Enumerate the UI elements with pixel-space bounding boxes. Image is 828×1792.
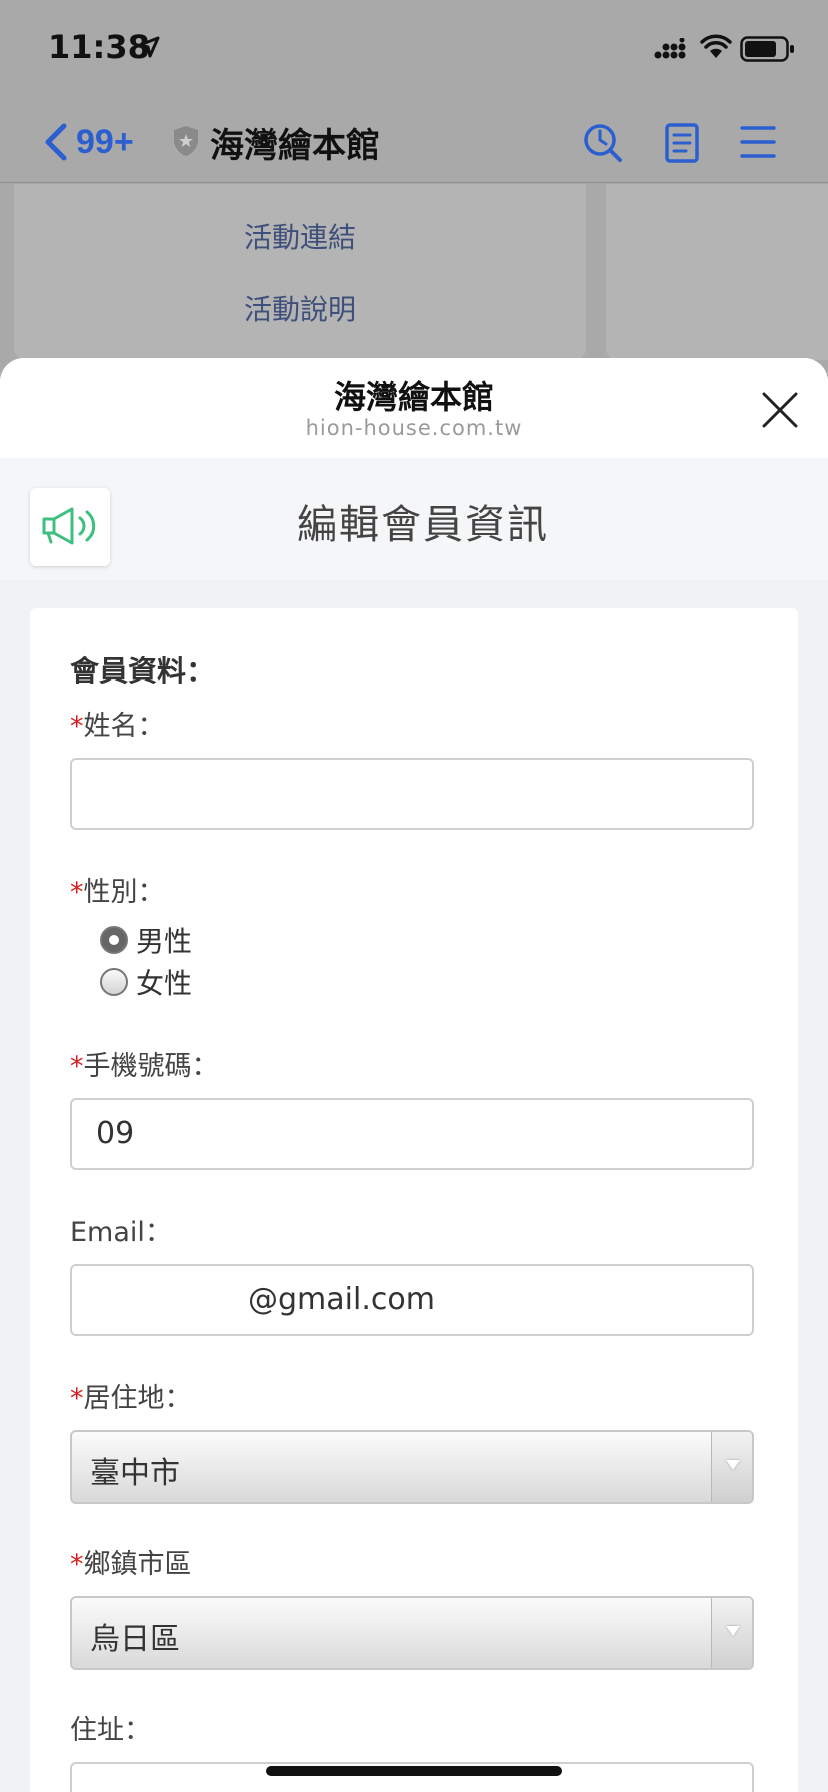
gender-label: *性別： (70, 870, 165, 909)
city-select[interactable]: 臺中市 (70, 1430, 754, 1504)
location-arrow-icon (138, 36, 160, 58)
page-header: 編輯會員資訊 (0, 458, 828, 580)
signal-icon (654, 38, 686, 59)
background-card-right (606, 184, 828, 360)
name-label: *姓名： (70, 704, 165, 743)
email-input[interactable]: @gmail.com (70, 1264, 754, 1336)
background-card: 活動連結 活動說明 (14, 184, 586, 360)
gender-label-text: 性別： (83, 877, 165, 908)
bottom-sheet: 海灣繪本館 hion-house.com.tw 編輯會員資訊 會員資料： *姓名… (0, 358, 828, 1792)
phone-label-text: 手機號碼： (83, 1051, 219, 1082)
phone-label: *手機號碼： (70, 1044, 219, 1083)
required-mark: * (70, 1549, 84, 1580)
gender-option-label: 女性 (136, 967, 193, 1000)
district-label: *鄉鎮市區 (70, 1542, 192, 1581)
menu-icon[interactable] (740, 124, 776, 160)
district-select-value: 烏日區 (90, 1622, 180, 1657)
nav-title: 海灣繪本館 (210, 126, 380, 166)
email-label: Email： (70, 1217, 172, 1248)
gender-option-label: 男性 (136, 925, 193, 958)
activity-link[interactable]: 活動連結 (14, 216, 586, 256)
required-mark: * (70, 1383, 84, 1414)
address-label: 住址： (70, 1715, 151, 1746)
activity-description-link[interactable]: 活動說明 (14, 288, 586, 328)
battery-icon (740, 36, 794, 62)
section-title: 會員資料： (70, 654, 216, 688)
city-label: *居住地： (70, 1376, 192, 1415)
status-bar: 11:38 (0, 0, 828, 100)
nav-bar: 99+ 海灣繪本館 (0, 100, 828, 183)
home-indicator (266, 1766, 562, 1776)
search-icon[interactable] (582, 122, 624, 164)
sheet-title: 海灣繪本館 (333, 378, 494, 416)
back-button[interactable]: 99+ (44, 122, 134, 162)
name-label-text: 姓名： (83, 711, 165, 742)
page-area: 編輯會員資訊 會員資料： *姓名： *性別： 男性 女性 *手機號碼： 09 E… (0, 458, 828, 1792)
phone-input[interactable]: 09 (70, 1098, 754, 1170)
name-input[interactable] (70, 758, 754, 830)
page-title: 編輯會員資訊 (297, 502, 549, 548)
sheet-url: hion-house.com.tw (305, 416, 523, 440)
document-icon[interactable] (664, 122, 700, 164)
chevron-down-icon (711, 1598, 752, 1668)
district-select[interactable]: 烏日區 (70, 1596, 754, 1670)
back-chevron-icon (45, 123, 67, 161)
required-mark: * (70, 877, 84, 908)
sheet-header: 海灣繪本館 hion-house.com.tw (0, 358, 828, 458)
gender-option-male[interactable]: 男性 (100, 920, 192, 960)
city-label-text: 居住地： (83, 1383, 192, 1414)
required-mark: * (70, 1051, 84, 1082)
wifi-icon (700, 34, 732, 58)
radio-female[interactable] (100, 968, 128, 996)
city-select-value: 臺中市 (90, 1456, 180, 1491)
radio-male[interactable] (100, 926, 128, 954)
back-count: 99+ (76, 122, 134, 161)
shield-icon (174, 126, 198, 156)
chevron-down-icon (711, 1432, 752, 1502)
status-time: 11:38 (48, 28, 150, 66)
district-label-text: 鄉鎮市區 (83, 1549, 192, 1580)
member-form: 會員資料： *姓名： *性別： 男性 女性 *手機號碼： 09 Email： @… (30, 608, 798, 1792)
required-mark: * (70, 711, 84, 742)
gender-option-female[interactable]: 女性 (100, 962, 192, 1002)
close-icon[interactable] (760, 390, 800, 430)
